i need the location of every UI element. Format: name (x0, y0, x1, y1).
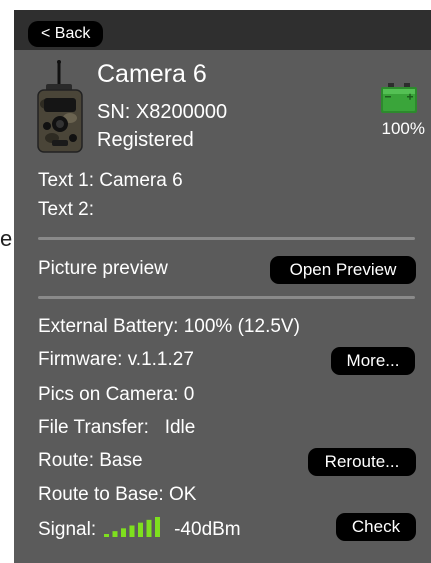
battery-percent: 100% (381, 119, 425, 138)
file-transfer-status: File Transfer: Idle (38, 417, 196, 438)
camera-detail-screen: < Back Camera 6 SN: X8200000 Registered (14, 0, 431, 563)
text-2: Text 2: (38, 199, 94, 220)
signal-label: Signal: (38, 519, 97, 540)
signal-bar (138, 522, 144, 537)
signal-bar (155, 517, 161, 537)
battery-icon (380, 82, 418, 114)
firmware-version: Firmware: v.1.1.27 (38, 349, 194, 370)
check-button[interactable]: Check (336, 513, 416, 541)
signal-bar (146, 519, 152, 537)
signal-strength-icon (104, 516, 166, 544)
route-to-base: Route to Base: OK (38, 484, 197, 505)
trail-camera-icon (32, 58, 88, 154)
signal-value: -40dBm (174, 519, 241, 540)
divider-top (38, 237, 415, 240)
top-strip (14, 0, 431, 10)
signal-bar (112, 531, 118, 537)
registration-status: Registered (97, 129, 194, 151)
divider-bottom (38, 296, 415, 299)
route: Route: Base (38, 450, 143, 471)
nav-bar: < Back (14, 10, 431, 50)
signal-bar (121, 528, 127, 537)
open-preview-button[interactable]: Open Preview (270, 256, 416, 284)
reroute-button[interactable]: Reroute... (308, 448, 416, 476)
picture-preview-label: Picture preview (38, 258, 168, 279)
external-battery: External Battery: 100% (12.5V) (38, 316, 300, 337)
back-button[interactable]: < Back (28, 21, 104, 47)
more-button[interactable]: More... (331, 347, 415, 375)
serial-number: SN: X8200000 (97, 101, 228, 123)
pics-on-camera: Pics on Camera: 0 (38, 384, 195, 405)
signal-bar (129, 525, 135, 537)
stray-character: e (0, 226, 13, 251)
signal-bar (104, 534, 110, 537)
signal-row: Signal: -40dBm (38, 516, 241, 544)
text-1: Text 1: Camera 6 (38, 170, 183, 191)
camera-name: Camera 6 (97, 60, 207, 88)
